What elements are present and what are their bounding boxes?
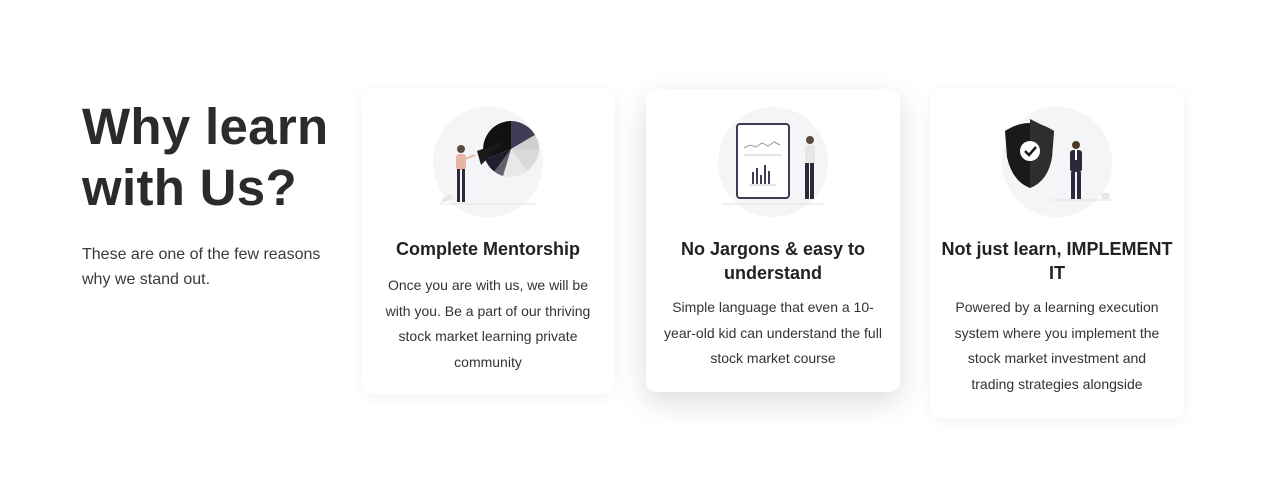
card-title: Not just learn, IMPLEMENT IT <box>941 239 1173 283</box>
card-implement-it: Not just learn, IMPLEMENT IT Powered by … <box>930 89 1184 418</box>
intro-section: Why learn with Us? These are one of the … <box>82 96 344 292</box>
card-complete-mentorship: Complete Mentorship Once you are with us… <box>361 89 615 394</box>
card-title: No Jargons & easy to understand <box>680 239 866 283</box>
pie-chart-presenter-icon <box>431 105 545 219</box>
card-no-jargons: No Jargons & easy to understand Simple l… <box>646 89 900 392</box>
card-description: Simple language that even a 10-year-old … <box>664 299 882 366</box>
section-title: Why learn with Us? <box>82 98 329 216</box>
card-description: Powered by a learning execution system w… <box>954 299 1160 392</box>
shield-businessman-icon <box>1000 105 1114 219</box>
card-description: Once you are with us, we will be with yo… <box>385 277 591 370</box>
card-title: Complete Mentorship <box>395 239 580 259</box>
section-subtitle: These are one of the few reasons why we … <box>82 246 321 288</box>
tablet-chart-icon <box>716 105 830 219</box>
